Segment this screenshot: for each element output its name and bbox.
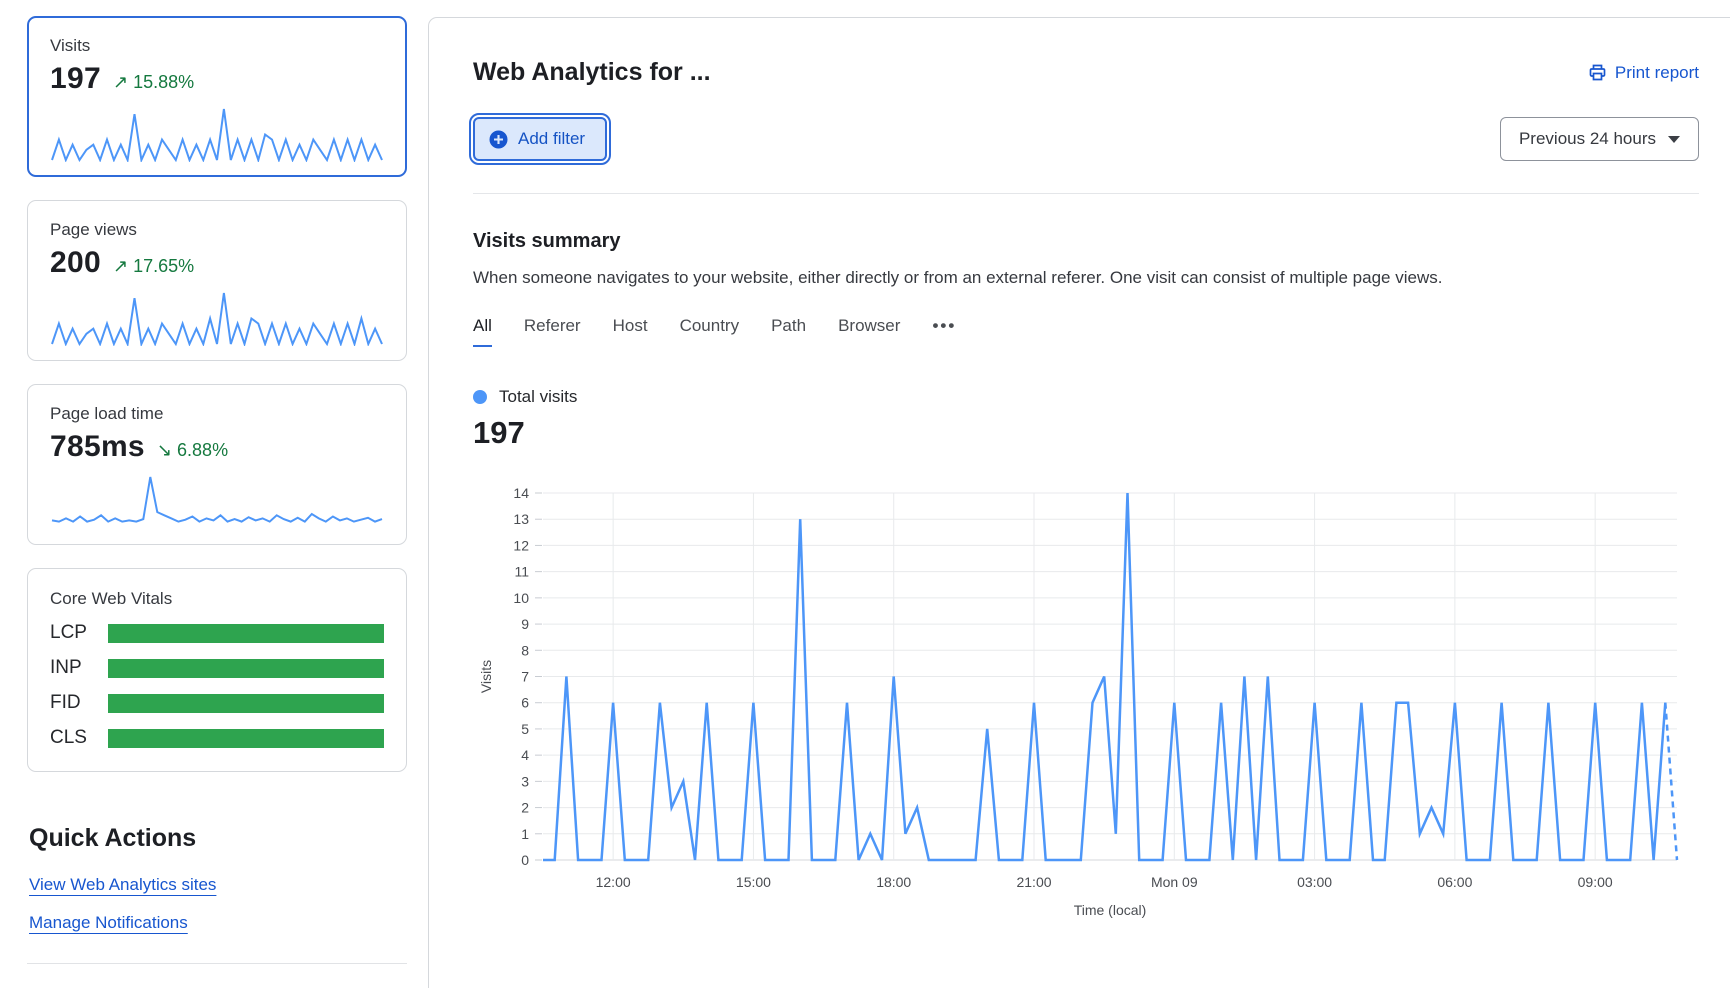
visits-sparkline bbox=[50, 106, 384, 162]
metric-value: 785ms bbox=[50, 430, 145, 464]
page: Visits 197 ↗ 15.88% Page views 200 ↗ 17.… bbox=[0, 0, 1730, 988]
sidebar: Visits 197 ↗ 15.88% Page views 200 ↗ 17.… bbox=[27, 16, 407, 964]
svg-text:3: 3 bbox=[521, 773, 529, 789]
svg-text:2: 2 bbox=[521, 800, 529, 816]
cwv-bar-track bbox=[108, 694, 384, 713]
svg-text:12:00: 12:00 bbox=[596, 874, 631, 890]
cwv-bar-track bbox=[108, 624, 384, 643]
time-range-dropdown[interactable]: Previous 24 hours bbox=[1500, 117, 1699, 161]
summary-tabs: All Referer Host Country Path Browser ••… bbox=[473, 316, 1695, 347]
cwv-row-cls: CLS bbox=[50, 727, 384, 749]
tab-all[interactable]: All bbox=[473, 316, 492, 347]
cwv-label: CLS bbox=[50, 727, 108, 749]
tab-host[interactable]: Host bbox=[613, 316, 648, 347]
metric-value: 197 bbox=[50, 62, 101, 96]
main-panel: Web Analytics for ... Print report bbox=[428, 17, 1730, 988]
metric-title: Visits bbox=[50, 36, 384, 56]
metric-value: 200 bbox=[50, 246, 101, 280]
svg-text:13: 13 bbox=[513, 511, 529, 527]
tab-referer[interactable]: Referer bbox=[524, 316, 581, 347]
cwv-bar-fid bbox=[108, 694, 384, 713]
svg-text:9: 9 bbox=[521, 616, 529, 632]
plus-circle-icon bbox=[489, 130, 508, 149]
legend-label: Total visits bbox=[499, 387, 577, 407]
cwv-row-inp: INP bbox=[50, 657, 384, 679]
tab-browser[interactable]: Browser bbox=[838, 316, 900, 347]
add-filter-button[interactable]: Add filter bbox=[473, 117, 607, 161]
page-load-sparkline bbox=[50, 474, 384, 530]
add-filter-label: Add filter bbox=[518, 129, 585, 149]
svg-text:Time (local): Time (local) bbox=[1074, 902, 1147, 918]
svg-text:10: 10 bbox=[513, 590, 529, 606]
cwv-label: LCP bbox=[50, 622, 108, 644]
cwv-label: FID bbox=[50, 692, 108, 714]
visits-summary-description: When someone navigates to your website, … bbox=[473, 268, 1695, 288]
svg-text:14: 14 bbox=[513, 485, 529, 501]
svg-text:4: 4 bbox=[521, 747, 529, 763]
cwv-bar-lcp bbox=[108, 624, 384, 643]
page-title: Web Analytics for ... bbox=[473, 58, 711, 87]
svg-text:5: 5 bbox=[521, 721, 529, 737]
svg-text:0: 0 bbox=[521, 852, 529, 868]
chart-legend: Total visits bbox=[473, 387, 1695, 407]
svg-text:15:00: 15:00 bbox=[736, 874, 771, 890]
cwv-row-fid: FID bbox=[50, 692, 384, 714]
tab-more-ellipsis-icon[interactable]: ••• bbox=[932, 316, 956, 347]
print-report-link[interactable]: Print report bbox=[1588, 63, 1699, 83]
cwv-bar-cls bbox=[108, 729, 384, 748]
total-visits-value: 197 bbox=[473, 415, 1695, 451]
svg-text:6: 6 bbox=[521, 695, 529, 711]
page-views-sparkline bbox=[50, 290, 384, 346]
metric-delta-up: ↗ 17.65% bbox=[113, 256, 194, 277]
svg-text:11: 11 bbox=[514, 564, 529, 580]
tab-path[interactable]: Path bbox=[771, 316, 806, 347]
svg-text:Mon 09: Mon 09 bbox=[1151, 874, 1198, 890]
svg-text:7: 7 bbox=[521, 669, 529, 685]
manage-notifications-link[interactable]: Manage Notifications bbox=[29, 913, 188, 933]
metric-title: Page views bbox=[50, 220, 384, 240]
metric-delta-up: ↗ 15.88% bbox=[113, 72, 194, 93]
visits-line-chart: 0123456789101112131412:0015:0018:0021:00… bbox=[475, 475, 1695, 927]
svg-text:18:00: 18:00 bbox=[876, 874, 911, 890]
time-range-label: Previous 24 hours bbox=[1519, 129, 1656, 149]
metric-card-page-load-time[interactable]: Page load time 785ms ↘ 6.88% bbox=[27, 384, 407, 545]
print-report-label: Print report bbox=[1615, 63, 1699, 83]
quick-actions-title: Quick Actions bbox=[29, 824, 407, 853]
printer-icon bbox=[1588, 63, 1607, 82]
cwv-bar-track bbox=[108, 659, 384, 678]
svg-text:21:00: 21:00 bbox=[1016, 874, 1051, 890]
cwv-bar-track bbox=[108, 729, 384, 748]
metric-card-visits[interactable]: Visits 197 ↗ 15.88% bbox=[27, 16, 407, 177]
svg-text:8: 8 bbox=[521, 642, 529, 658]
visits-chart: 0123456789101112131412:0015:0018:0021:00… bbox=[475, 475, 1695, 932]
cwv-row-lcp: LCP bbox=[50, 622, 384, 644]
metric-title: Page load time bbox=[50, 404, 384, 424]
svg-text:1: 1 bbox=[521, 826, 529, 842]
svg-text:06:00: 06:00 bbox=[1437, 874, 1472, 890]
core-web-vitals-card: Core Web Vitals LCP INP FID CLS bbox=[27, 568, 407, 772]
tab-country[interactable]: Country bbox=[680, 316, 740, 347]
svg-text:09:00: 09:00 bbox=[1578, 874, 1613, 890]
svg-text:03:00: 03:00 bbox=[1297, 874, 1332, 890]
svg-text:Visits: Visits bbox=[478, 660, 494, 693]
visits-summary-title: Visits summary bbox=[473, 230, 1695, 253]
cwv-bar-inp bbox=[108, 659, 384, 678]
chevron-down-icon bbox=[1668, 136, 1680, 143]
svg-text:12: 12 bbox=[513, 537, 529, 553]
view-web-analytics-sites-link[interactable]: View Web Analytics sites bbox=[29, 875, 216, 895]
cwv-label: INP bbox=[50, 657, 108, 679]
metric-delta-down: ↘ 6.88% bbox=[157, 440, 228, 461]
legend-dot-icon bbox=[473, 390, 487, 404]
core-web-vitals-title: Core Web Vitals bbox=[50, 589, 384, 609]
metric-card-page-views[interactable]: Page views 200 ↗ 17.65% bbox=[27, 200, 407, 361]
sidebar-divider bbox=[27, 963, 407, 964]
